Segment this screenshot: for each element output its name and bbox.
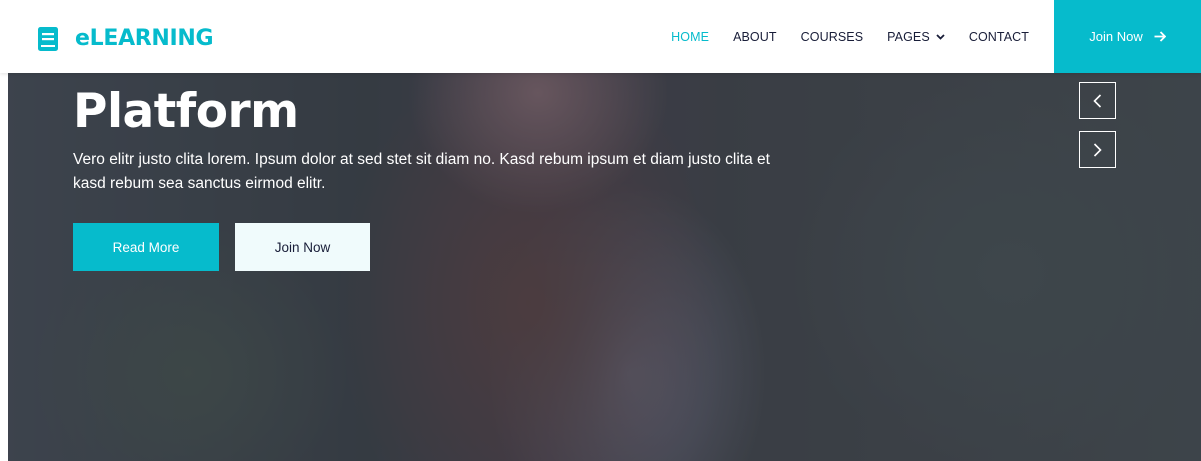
carousel-next-button[interactable] [1079, 131, 1116, 168]
nav-item-about[interactable]: ABOUT [733, 30, 777, 44]
nav-item-courses[interactable]: COURSES [801, 30, 864, 44]
hero-carousel: Platform Vero elitr justo clita lorem. I… [8, 73, 1201, 461]
join-now-hero-button[interactable]: Join Now [235, 223, 370, 271]
arrow-right-icon [1154, 31, 1166, 42]
navbar: eLEARNING HOME ABOUT COURSES PAGES CONTA… [0, 0, 1201, 73]
brand-logo-link[interactable]: eLEARNING [38, 26, 214, 52]
join-now-nav-button[interactable]: Join Now [1054, 0, 1201, 73]
hero-title: Platform [73, 84, 299, 139]
book-icon [38, 27, 58, 51]
hero-description: Vero elitr justo clita lorem. Ipsum dolo… [73, 151, 770, 192]
chevron-left-icon [1093, 93, 1102, 108]
chevron-down-icon [936, 33, 945, 40]
brand-name: eLEARNING [75, 26, 214, 51]
carousel-prev-button[interactable] [1079, 82, 1116, 119]
nav-item-pages-label: PAGES [887, 29, 930, 44]
join-now-nav-label: Join Now [1089, 29, 1143, 44]
nav-item-contact[interactable]: CONTACT [969, 30, 1029, 44]
read-more-button[interactable]: Read More [73, 223, 219, 271]
nav-item-home[interactable]: HOME [671, 30, 709, 44]
chevron-right-icon [1093, 142, 1102, 157]
nav-menu: HOME ABOUT COURSES PAGES CONTACT [647, 0, 1029, 73]
nav-item-pages[interactable]: PAGES [887, 30, 945, 44]
